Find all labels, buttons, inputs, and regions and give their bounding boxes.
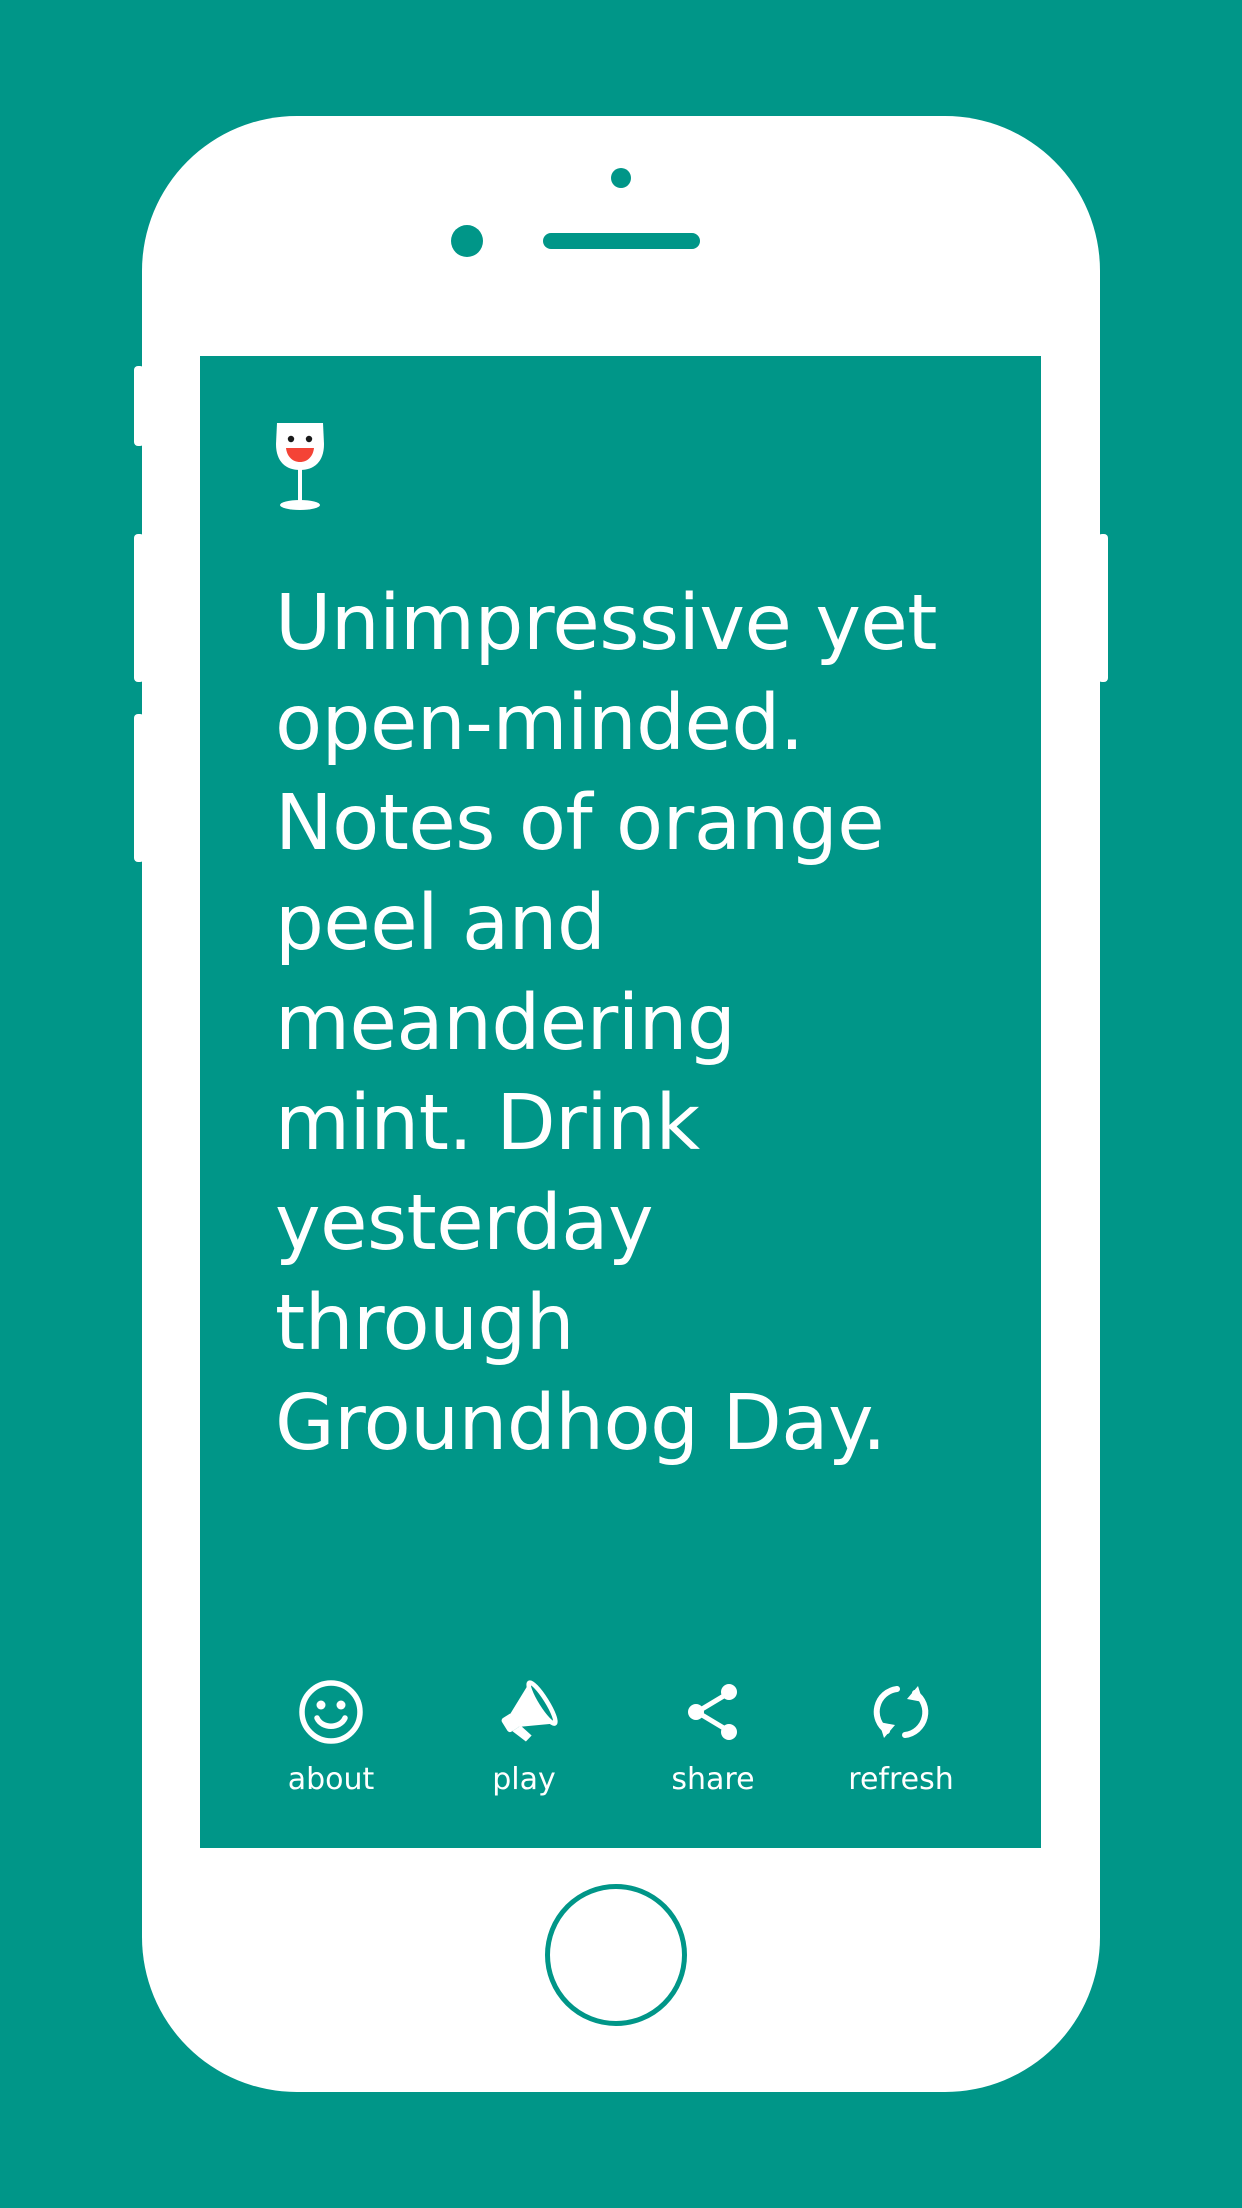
megaphone-icon bbox=[501, 1680, 558, 1742]
proximity-sensor bbox=[611, 168, 631, 188]
play-button[interactable]: play bbox=[479, 1676, 569, 1798]
app-screen: Unimpressive yet open-minded. Notes of o… bbox=[200, 356, 1041, 1848]
review-line: mint. Drink bbox=[275, 1079, 700, 1168]
review-line: open-minded. bbox=[275, 679, 804, 768]
review-line: peel and bbox=[275, 879, 606, 968]
front-camera bbox=[451, 225, 483, 257]
wine-review-text: Unimpressive yet open-minded. Notes of o… bbox=[275, 574, 1015, 1474]
review-line: yesterday bbox=[275, 1179, 654, 1268]
play-label: play bbox=[492, 1762, 556, 1797]
smiley-icon bbox=[299, 1680, 363, 1744]
refresh-button[interactable]: refresh bbox=[843, 1676, 959, 1798]
share-label: share bbox=[671, 1762, 755, 1797]
wine-glass-face-icon bbox=[276, 423, 324, 510]
review-line: through bbox=[275, 1279, 575, 1368]
about-button[interactable]: about bbox=[278, 1676, 384, 1798]
refresh-label: refresh bbox=[848, 1762, 954, 1797]
share-icon bbox=[688, 1684, 737, 1740]
volume-down-button bbox=[134, 714, 144, 862]
refresh-icon bbox=[873, 1686, 929, 1738]
review-line: meandering bbox=[275, 979, 736, 1068]
review-line: Groundhog Day. bbox=[275, 1379, 887, 1468]
mute-switch bbox=[134, 366, 144, 446]
earpiece-speaker bbox=[543, 233, 700, 249]
share-button[interactable]: share bbox=[665, 1676, 761, 1798]
volume-up-button bbox=[134, 534, 144, 682]
about-label: about bbox=[287, 1762, 375, 1797]
home-button[interactable] bbox=[545, 1884, 687, 2026]
review-line: Notes of orange bbox=[275, 779, 885, 868]
power-button bbox=[1098, 534, 1108, 682]
review-line: Unimpressive yet bbox=[275, 579, 937, 668]
